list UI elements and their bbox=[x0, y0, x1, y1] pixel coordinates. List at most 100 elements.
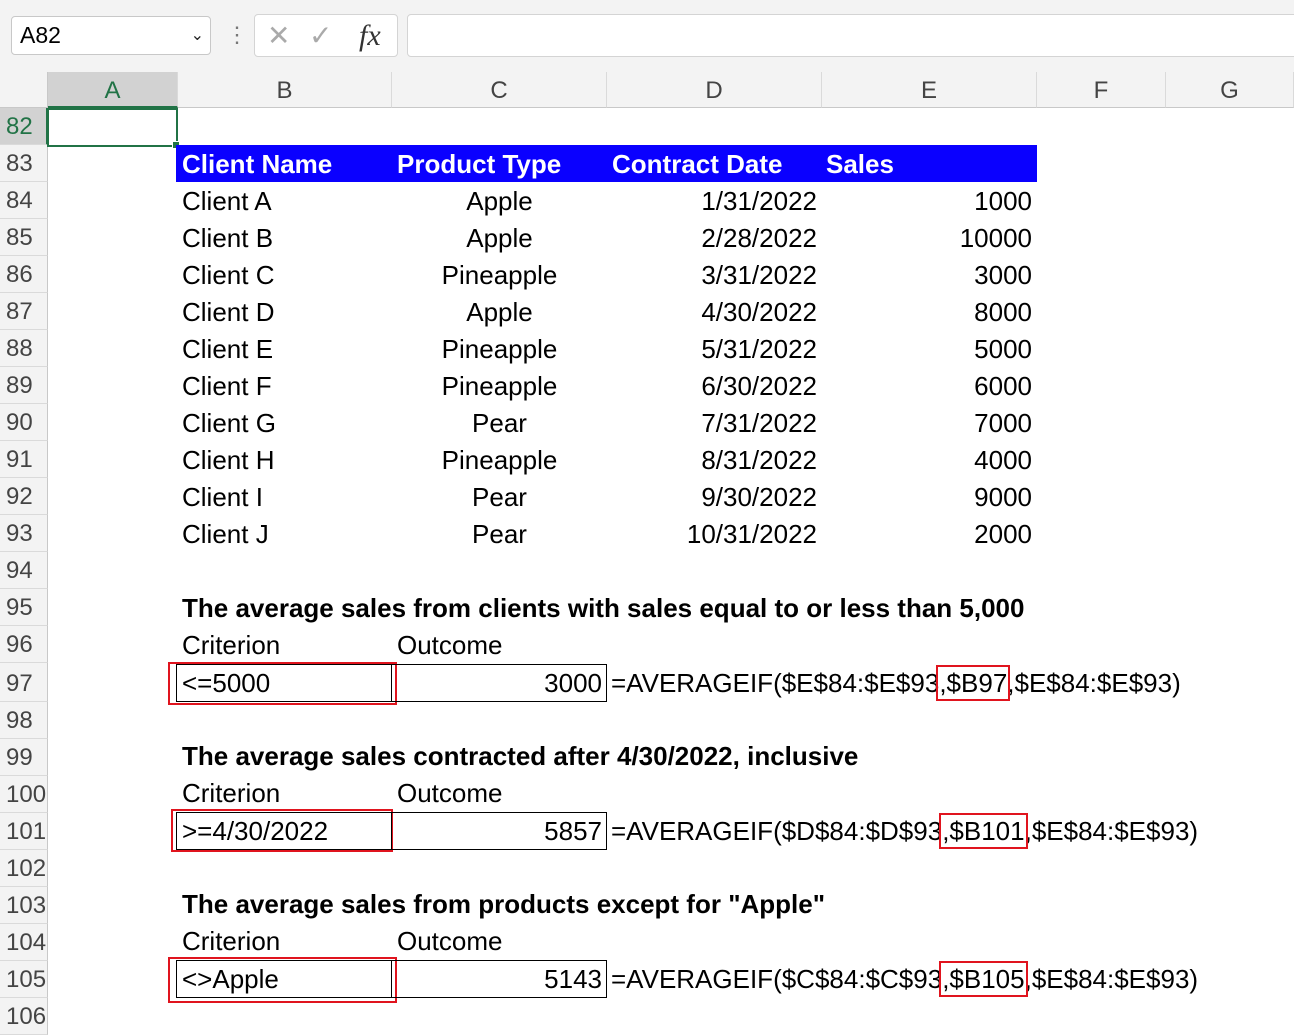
example-2-criterion-label: Criterion bbox=[182, 778, 281, 808]
cell-date[interactable]: 6/30/2022 bbox=[607, 368, 817, 405]
insert-function-icon[interactable]: fx bbox=[359, 19, 381, 53]
cell-product[interactable]: Pineapple bbox=[392, 442, 607, 479]
cell-date[interactable]: 2/28/2022 bbox=[607, 220, 817, 257]
row-header[interactable]: 105 bbox=[0, 961, 48, 998]
active-cell-a82[interactable] bbox=[47, 108, 180, 149]
cell-product[interactable]: Apple bbox=[392, 183, 607, 220]
column-header-a[interactable]: A bbox=[48, 72, 178, 108]
row-header[interactable]: 90 bbox=[0, 404, 48, 441]
row-header[interactable]: 87 bbox=[0, 293, 48, 330]
row-header[interactable]: 103 bbox=[0, 887, 48, 924]
select-all-corner[interactable] bbox=[0, 72, 48, 108]
example-2-outcome-label: Outcome bbox=[397, 778, 503, 808]
column-header-f[interactable]: F bbox=[1037, 72, 1166, 108]
example-1-outcome[interactable]: 3000 bbox=[392, 665, 602, 702]
example-3-criterion[interactable]: <>Apple bbox=[182, 961, 279, 998]
column-header-g[interactable]: G bbox=[1166, 72, 1294, 108]
row-header[interactable]: 104 bbox=[0, 924, 48, 961]
cell-client[interactable]: Client F bbox=[182, 368, 272, 405]
example-2-title: The average sales contracted after 4/30/… bbox=[182, 741, 859, 771]
cell-sales[interactable]: 2000 bbox=[822, 516, 1032, 553]
cell-client[interactable]: Client J bbox=[182, 516, 269, 553]
row-header[interactable]: 89 bbox=[0, 367, 48, 404]
cell-sales[interactable]: 4000 bbox=[822, 442, 1032, 479]
chevron-down-icon[interactable]: ⌄ bbox=[191, 17, 204, 54]
more-options-icon[interactable]: ⋮ bbox=[226, 20, 248, 50]
cell-product[interactable]: Pear bbox=[392, 516, 607, 553]
cell-date[interactable]: 1/31/2022 bbox=[607, 183, 817, 220]
row-header[interactable]: 85 bbox=[0, 219, 48, 256]
column-header-c[interactable]: C bbox=[392, 72, 607, 108]
example-3-formula: =AVERAGEIF($C$84:$C$93,$B105,$E$84:$E$93… bbox=[611, 961, 1198, 998]
cell-client[interactable]: Client B bbox=[182, 220, 273, 257]
row-header[interactable]: 98 bbox=[0, 702, 48, 739]
cell-product[interactable]: Pineapple bbox=[392, 331, 607, 368]
cell-sales[interactable]: 6000 bbox=[822, 368, 1032, 405]
header-client-name: Client Name bbox=[182, 149, 333, 179]
row-header[interactable]: 93 bbox=[0, 515, 48, 552]
cell-product[interactable]: Apple bbox=[392, 220, 607, 257]
cell-product[interactable]: Pear bbox=[392, 479, 607, 516]
formula-input[interactable] bbox=[407, 14, 1294, 57]
example-2-criterion[interactable]: >=4/30/2022 bbox=[182, 813, 328, 850]
row-header[interactable]: 92 bbox=[0, 478, 48, 515]
cell-client[interactable]: Client I bbox=[182, 479, 263, 516]
example-3-outcome[interactable]: 5143 bbox=[392, 961, 602, 998]
example-1-criterion[interactable]: <=5000 bbox=[182, 665, 270, 702]
cell-client[interactable]: Client E bbox=[182, 331, 273, 368]
cell-date[interactable]: 9/30/2022 bbox=[607, 479, 817, 516]
cell-client[interactable]: Client D bbox=[182, 294, 274, 331]
row-header[interactable]: 84 bbox=[0, 182, 48, 219]
row-header[interactable]: 94 bbox=[0, 552, 48, 589]
cell-client[interactable]: Client A bbox=[182, 183, 272, 220]
cell-date[interactable]: 10/31/2022 bbox=[607, 516, 817, 553]
cell-client[interactable]: Client G bbox=[182, 405, 276, 442]
row-header[interactable]: 88 bbox=[0, 330, 48, 367]
cell-sales[interactable]: 1000 bbox=[822, 183, 1032, 220]
example-3-outcome-label: Outcome bbox=[397, 926, 503, 956]
row-header[interactable]: 100 bbox=[0, 776, 48, 813]
cell-sales[interactable]: 10000 bbox=[822, 220, 1032, 257]
column-header-d[interactable]: D bbox=[607, 72, 822, 108]
cell-date[interactable]: 7/31/2022 bbox=[607, 405, 817, 442]
cell-product[interactable]: Pineapple bbox=[392, 368, 607, 405]
header-contract-date: Contract Date bbox=[612, 149, 783, 179]
row-header[interactable]: 101 bbox=[0, 813, 48, 850]
cell-product[interactable]: Pineapple bbox=[392, 257, 607, 294]
cell-date[interactable]: 3/31/2022 bbox=[607, 257, 817, 294]
formula-highlight-ref: ,$B105 bbox=[939, 961, 1028, 997]
formula-part: =AVERAGEIF($D$84:$D$93 bbox=[611, 816, 943, 846]
cancel-icon[interactable]: ✕ bbox=[267, 19, 290, 52]
name-box[interactable]: A82 ⌄ bbox=[11, 16, 211, 55]
row-header[interactable]: 86 bbox=[0, 256, 48, 293]
cell-client[interactable]: Client H bbox=[182, 442, 274, 479]
cell-sales[interactable]: 8000 bbox=[822, 294, 1032, 331]
formula-part: ,$E$84:$E$93) bbox=[1024, 816, 1199, 846]
cell-sales[interactable]: 3000 bbox=[822, 257, 1032, 294]
column-header-e[interactable]: E bbox=[822, 72, 1037, 108]
enter-check-icon[interactable]: ✓ bbox=[309, 19, 332, 52]
example-1-outcome-label: Outcome bbox=[397, 630, 503, 660]
row-header[interactable]: 96 bbox=[0, 626, 48, 663]
row-header[interactable]: 97 bbox=[0, 663, 48, 702]
cell-date[interactable]: 4/30/2022 bbox=[607, 294, 817, 331]
row-header[interactable]: 83 bbox=[0, 145, 48, 182]
row-header[interactable]: 82 bbox=[0, 108, 48, 145]
column-header-b[interactable]: B bbox=[178, 72, 392, 108]
cell-sales[interactable]: 5000 bbox=[822, 331, 1032, 368]
cell-client[interactable]: Client C bbox=[182, 257, 274, 294]
formula-highlight-ref: ,$B97 bbox=[936, 665, 1011, 701]
row-header[interactable]: 91 bbox=[0, 441, 48, 478]
cell-product[interactable]: Apple bbox=[392, 294, 607, 331]
example-1-criterion-label: Criterion bbox=[182, 630, 281, 660]
cell-product[interactable]: Pear bbox=[392, 405, 607, 442]
example-2-outcome[interactable]: 5857 bbox=[392, 813, 602, 850]
cell-date[interactable]: 8/31/2022 bbox=[607, 442, 817, 479]
row-header[interactable]: 99 bbox=[0, 739, 48, 776]
cell-sales[interactable]: 9000 bbox=[822, 479, 1032, 516]
row-header[interactable]: 106 bbox=[0, 998, 48, 1035]
cell-sales[interactable]: 7000 bbox=[822, 405, 1032, 442]
row-header[interactable]: 102 bbox=[0, 850, 48, 887]
row-header[interactable]: 95 bbox=[0, 589, 48, 626]
cell-date[interactable]: 5/31/2022 bbox=[607, 331, 817, 368]
